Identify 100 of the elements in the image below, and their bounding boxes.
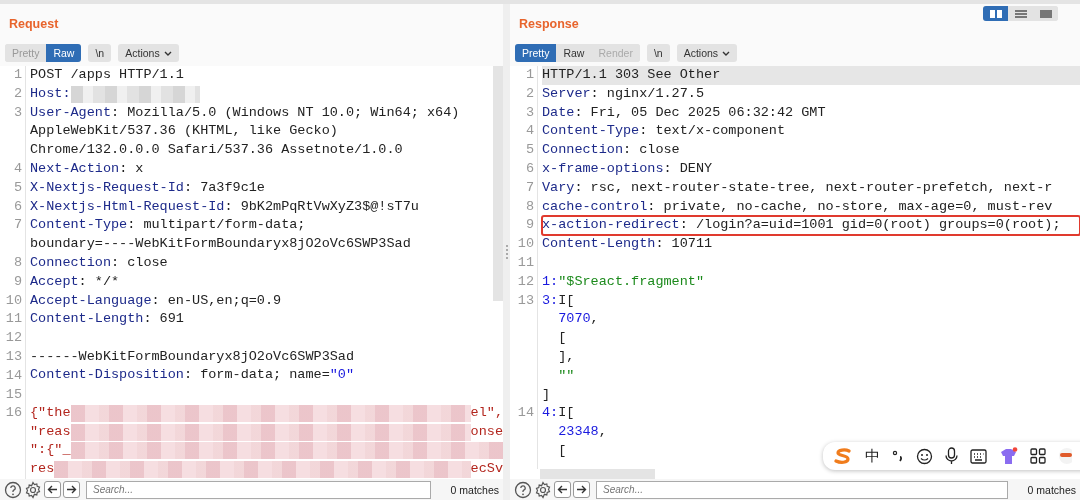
punctuation-icon[interactable]	[892, 449, 904, 463]
header-name: Next-Action	[30, 160, 120, 178]
smiley-icon[interactable]	[916, 447, 933, 465]
code-text: : private, no-cache, no-store, max-age=0, must-rev	[647, 197, 1053, 216]
line-number: 3	[525, 103, 534, 122]
json-number: 4:	[542, 404, 559, 423]
header-name: Host:	[30, 84, 71, 103]
back-button[interactable]	[554, 481, 571, 498]
header-name: Server	[542, 84, 591, 103]
settings-icon[interactable]	[534, 480, 552, 499]
code-text: : text/x-component	[639, 122, 786, 141]
line-number: 15	[5, 385, 22, 404]
line-number: 10	[517, 235, 534, 254]
body-text: onse	[470, 422, 503, 441]
header-name: X-Nextjs-Html-Request-Id	[30, 197, 225, 216]
left-arrow-icon	[557, 485, 568, 494]
body-text: ":{"_	[30, 441, 71, 460]
code-text: : 7a3f9c1e	[183, 178, 265, 197]
body-text: {"the	[30, 403, 71, 422]
code-text: : 9bK2mPqRtVwXyZ3$@!sT7u	[224, 197, 419, 216]
line-number: 12	[5, 329, 22, 348]
header-name: cache-control	[542, 197, 648, 216]
header-name: User-Agent	[30, 103, 111, 122]
header-name: Content-Type	[542, 122, 640, 141]
json-number: 1:	[542, 272, 559, 291]
panel-title: Response	[519, 17, 580, 33]
code-text: [	[558, 441, 567, 460]
code-text: : x	[119, 160, 144, 178]
line-number: 8	[13, 253, 22, 272]
code-text: [	[558, 329, 567, 348]
view-tab[interactable]: Raw	[46, 44, 82, 62]
back-button[interactable]	[44, 481, 61, 498]
line-number: 9	[525, 216, 534, 235]
line-number: 16	[5, 404, 22, 423]
header-name: x-frame-options	[542, 160, 664, 178]
json-number: 3:	[542, 291, 559, 310]
json-string: ""	[558, 366, 575, 385]
shirt-icon[interactable]	[999, 447, 1018, 465]
line-number: 11	[5, 310, 22, 329]
line-number: 4	[525, 122, 534, 141]
input-mode-toggle[interactable]: 中	[865, 446, 880, 466]
code-text: : /login?a=uid=1001 gid=0(root) groups=0(root);	[679, 216, 1061, 235]
code-text: ,	[598, 423, 607, 442]
code-text: I[	[558, 291, 575, 310]
line-number: 6	[525, 160, 534, 178]
line-number: 13	[517, 291, 534, 310]
code-text: : close	[111, 253, 168, 272]
header-name: Content-Disposition	[30, 366, 184, 385]
line-number: 5	[525, 141, 534, 160]
forward-button[interactable]	[573, 481, 590, 498]
split-view-icon[interactable]	[983, 6, 1008, 21]
line-number: 5	[13, 178, 22, 197]
header-name: X-Nextjs-Request-Id	[30, 178, 184, 197]
code-text: Chrome/132.0.0.0 Safari/537.36 Assetnote/1.0.0	[30, 141, 403, 160]
code-text: POST /apps HTTP/1.1	[30, 66, 184, 84]
panel-title: Request	[9, 17, 60, 33]
search-field[interactable]: Search...	[86, 480, 431, 499]
keyboard-icon[interactable]	[970, 448, 987, 464]
code-text: ,	[590, 310, 599, 329]
header-name: Date	[542, 103, 575, 122]
code-text: : 10711	[655, 235, 713, 254]
left-arrow-icon	[47, 485, 58, 494]
code-text: : nginx/1.27.5	[590, 84, 705, 103]
code-text: : close	[623, 141, 680, 160]
code-text: I[	[558, 404, 575, 423]
settings-icon[interactable]	[24, 480, 42, 499]
help-icon[interactable]	[4, 480, 22, 499]
line-number: 9	[13, 272, 22, 291]
line-number: 11	[517, 253, 534, 272]
line-number: 1	[525, 66, 534, 84]
code-text: : Fri, 05 Dec 2025 06:32:42 GMT	[574, 103, 826, 122]
code-text: : 691	[143, 310, 184, 329]
code-text: boundary=----WebKitFormBoundaryx8jO2oVc6SWP3Sad	[30, 235, 411, 254]
code-text: ]	[542, 385, 551, 404]
code-text: : DENY	[663, 160, 713, 178]
line-number: 14	[5, 366, 22, 385]
help-icon[interactable]	[514, 480, 532, 499]
line-number: 1	[13, 66, 22, 84]
body-text: ecSv	[470, 460, 503, 479]
line-number: 13	[5, 347, 22, 366]
header-name: Content-Length	[30, 310, 144, 329]
json-string: "$Sreact.fragment"	[558, 272, 705, 291]
view-tab[interactable]: Pretty	[515, 44, 557, 62]
actions-button[interactable]: Actions	[118, 44, 179, 62]
scrollbar[interactable]	[493, 66, 503, 301]
microphone-icon[interactable]	[945, 447, 958, 465]
body-text: res	[30, 460, 55, 479]
header-name: Content-Type	[30, 216, 128, 235]
actions-button[interactable]: Actions	[676, 44, 738, 62]
right-arrow-icon	[66, 485, 77, 494]
newline-button[interactable]: \n	[646, 44, 670, 62]
scrollbar[interactable]	[540, 469, 655, 479]
forward-button[interactable]	[63, 481, 80, 498]
search-field[interactable]: Search...	[596, 480, 1008, 499]
grid-icon[interactable]	[1030, 448, 1046, 464]
code-text: ------WebKitFormBoundaryx8jO2oVc6SWP3Sad	[30, 347, 355, 366]
header-name: Content-Length	[542, 235, 656, 254]
logo-icon[interactable]	[833, 448, 853, 464]
newline-button[interactable]: \n	[88, 44, 112, 62]
line-number: 2	[525, 84, 534, 103]
